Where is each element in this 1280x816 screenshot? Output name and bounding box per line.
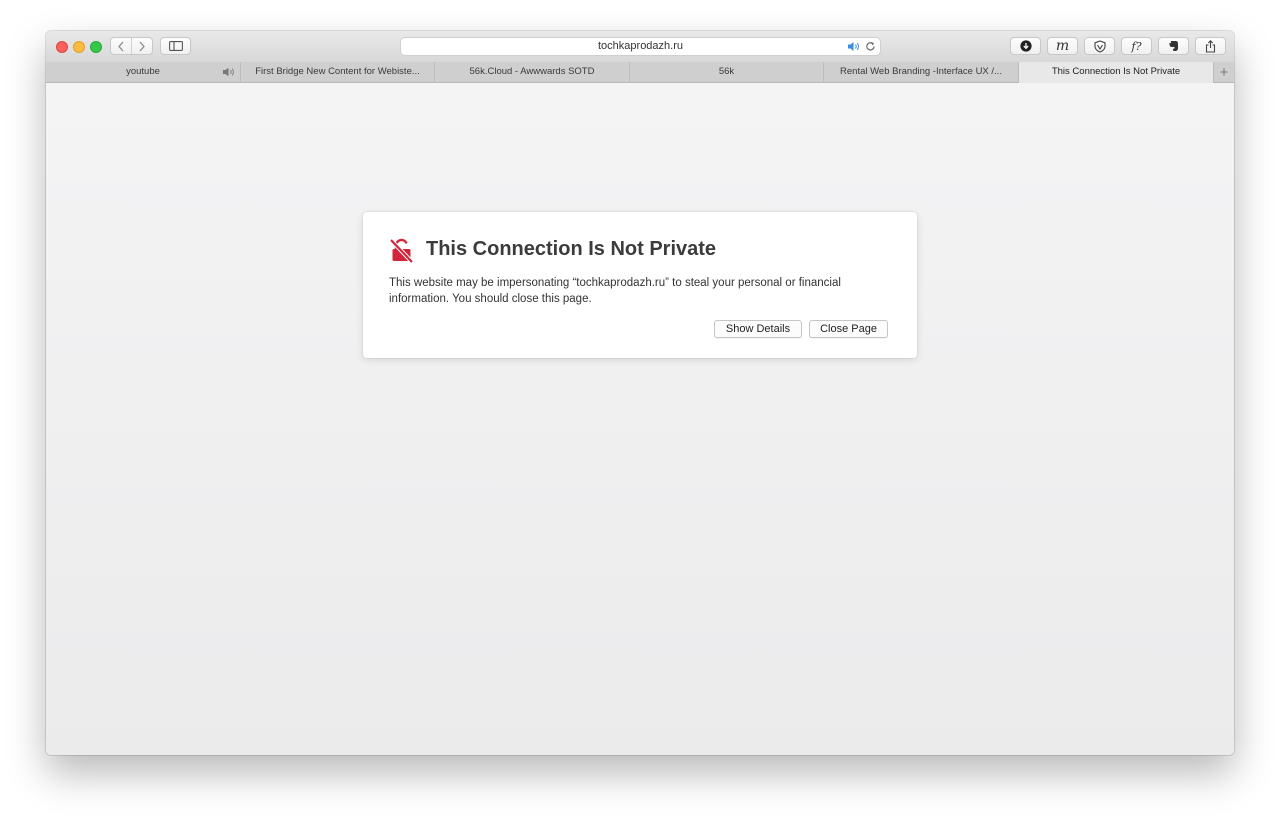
tab-label: This Connection Is Not Private: [1051, 66, 1181, 77]
show-details-button[interactable]: Show Details: [714, 320, 802, 338]
evernote-icon: [1169, 41, 1178, 51]
downloads-button[interactable]: [1010, 37, 1041, 55]
sidebar-icon: [168, 41, 183, 51]
close-page-button[interactable]: Close Page: [809, 320, 888, 338]
sidebar-button[interactable]: [160, 37, 191, 55]
speaker-icon[interactable]: [847, 41, 861, 52]
navigation-buttons: [110, 37, 153, 55]
browser-window: tochkaprodazh.ru m f? youtube First Brid…: [46, 31, 1234, 755]
download-icon: [1019, 40, 1032, 52]
tab-56k[interactable]: 56k: [630, 62, 824, 83]
share-button[interactable]: [1195, 37, 1226, 55]
shield-extension-icon: [1093, 39, 1106, 53]
warning-dialog: This Connection Is Not Private This webs…: [363, 212, 917, 358]
m-extension-button[interactable]: m: [1047, 37, 1078, 55]
maximize-window-button[interactable]: [90, 41, 102, 53]
chevron-left-icon: [118, 41, 124, 51]
reload-icon[interactable]: [865, 41, 876, 52]
tab-label: Rental Web Branding -Interface UX /...: [840, 66, 1002, 77]
address-bar[interactable]: tochkaprodazh.ru: [400, 37, 881, 56]
broken-lock-warning-icon: [389, 238, 414, 263]
tab-label: 56k: [718, 66, 735, 77]
tab-56k-cloud[interactable]: 56k.Cloud - Awwwards SOTD: [435, 62, 630, 83]
font-extension-icon: f?: [1131, 39, 1142, 53]
m-extension-icon: m: [1055, 38, 1070, 54]
dialog-message: This website may be impersonating “tochk…: [389, 277, 841, 305]
forward-button[interactable]: [132, 38, 152, 54]
tab-label: First Bridge New Content for Webiste...: [255, 66, 420, 77]
back-button[interactable]: [111, 38, 132, 54]
plus-icon: +: [1219, 64, 1229, 81]
font-extension-button[interactable]: f?: [1121, 37, 1152, 55]
shield-extension-button[interactable]: [1084, 37, 1115, 55]
close-window-button[interactable]: [56, 41, 68, 53]
tab-rental-web-branding[interactable]: Rental Web Branding -Interface UX /...: [824, 62, 1019, 83]
tab-label: youtube: [126, 66, 160, 77]
page-content: This Connection Is Not Private This webs…: [46, 83, 1234, 755]
speaker-icon[interactable]: [222, 67, 236, 77]
tab-youtube[interactable]: youtube: [46, 62, 241, 83]
dialog-title: This Connection Is Not Private: [426, 238, 717, 260]
minimize-window-button[interactable]: [73, 41, 85, 53]
share-icon: [1205, 39, 1216, 53]
toolbar: tochkaprodazh.ru m f?: [46, 31, 1234, 63]
evernote-button[interactable]: [1158, 37, 1189, 55]
tab-first-bridge[interactable]: First Bridge New Content for Webiste...: [241, 62, 435, 83]
tab-not-private[interactable]: This Connection Is Not Private: [1019, 62, 1214, 83]
tab-bar: youtube First Bridge New Content for Web…: [46, 62, 1234, 83]
new-tab-button[interactable]: +: [1214, 62, 1234, 83]
tab-label: 56k.Cloud - Awwwards SOTD: [469, 66, 595, 77]
address-text: tochkaprodazh.ru: [598, 40, 683, 52]
chevron-right-icon: [139, 41, 145, 51]
